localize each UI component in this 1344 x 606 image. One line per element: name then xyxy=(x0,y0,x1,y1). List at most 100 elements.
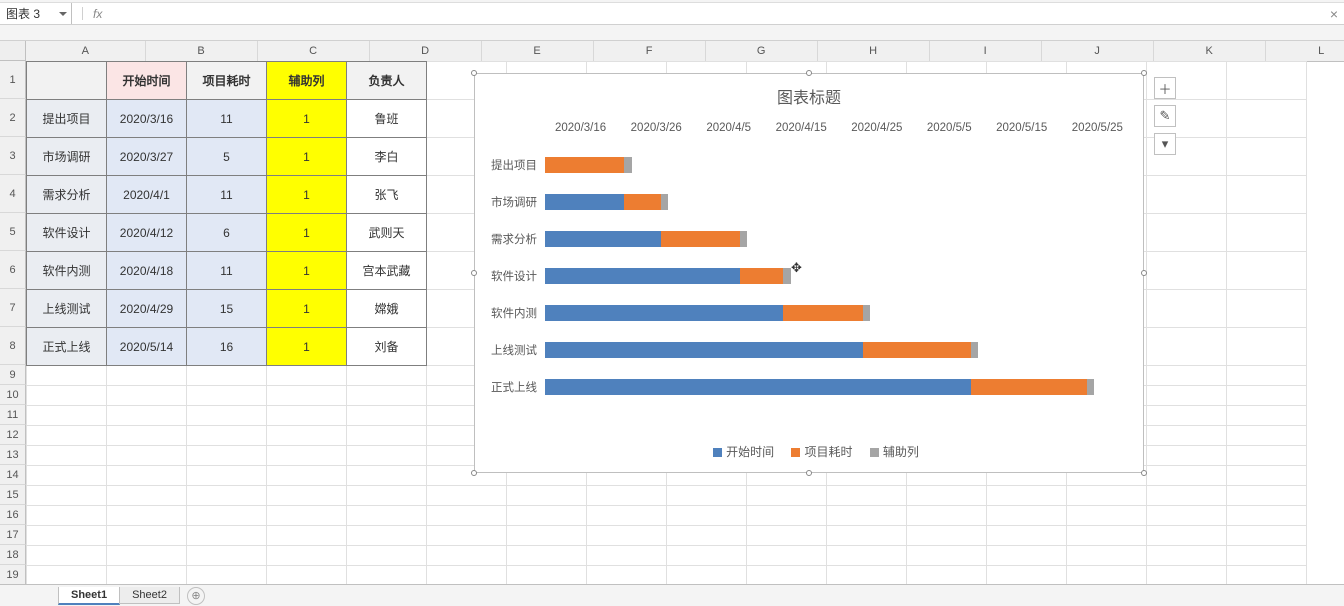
cell[interactable] xyxy=(347,466,427,486)
cell[interactable] xyxy=(587,566,667,585)
cell[interactable] xyxy=(1227,252,1307,290)
table-cell[interactable]: 嫦娥 xyxy=(347,290,427,328)
col-header-A[interactable]: A xyxy=(26,41,145,61)
chart-styles-button[interactable]: ✎ xyxy=(1154,105,1176,127)
chart-series-row[interactable]: 软件内测 xyxy=(485,294,1123,331)
cell[interactable] xyxy=(1067,566,1147,585)
name-box[interactable]: 图表 3 xyxy=(0,3,72,24)
bar-duration[interactable] xyxy=(545,157,624,173)
cell[interactable] xyxy=(507,526,587,546)
resize-handle[interactable] xyxy=(1141,470,1147,476)
cell[interactable] xyxy=(267,366,347,386)
cell[interactable] xyxy=(507,546,587,566)
bar-start[interactable] xyxy=(545,342,863,358)
cell[interactable] xyxy=(1227,546,1307,566)
table-cell[interactable]: 软件内测 xyxy=(27,252,107,290)
col-header-J[interactable]: J xyxy=(1041,41,1153,61)
cell[interactable] xyxy=(1147,446,1227,466)
col-header-D[interactable]: D xyxy=(369,41,481,61)
table-header-cell[interactable]: 负责人 xyxy=(347,62,427,100)
cell[interactable] xyxy=(187,486,267,506)
cell[interactable] xyxy=(267,446,347,466)
table-cell[interactable]: 2020/4/12 xyxy=(107,214,187,252)
table-cell[interactable]: 提出项目 xyxy=(27,100,107,138)
cell[interactable] xyxy=(187,506,267,526)
cell[interactable] xyxy=(107,446,187,466)
cell[interactable] xyxy=(107,366,187,386)
cell[interactable] xyxy=(427,526,507,546)
chart-series-row[interactable]: 市场调研 xyxy=(485,183,1123,220)
cell[interactable] xyxy=(107,546,187,566)
cell[interactable] xyxy=(1227,386,1307,406)
bar-start[interactable] xyxy=(545,268,740,284)
cell[interactable] xyxy=(107,566,187,585)
chevron-down-icon[interactable] xyxy=(59,12,67,16)
bar-duration[interactable] xyxy=(740,268,783,284)
table-cell[interactable]: 2020/5/14 xyxy=(107,328,187,366)
cell[interactable] xyxy=(587,546,667,566)
table-cell[interactable]: 需求分析 xyxy=(27,176,107,214)
cell[interactable] xyxy=(507,566,587,585)
cell[interactable] xyxy=(827,546,907,566)
cell[interactable] xyxy=(1147,366,1227,386)
cell[interactable] xyxy=(1067,486,1147,506)
bar-aux[interactable] xyxy=(661,194,668,210)
table-cell[interactable]: 1 xyxy=(267,290,347,328)
chart-series-row[interactable]: 正式上线 xyxy=(485,368,1123,405)
cell[interactable] xyxy=(667,526,747,546)
table-cell[interactable]: 6 xyxy=(187,214,267,252)
cell[interactable] xyxy=(27,426,107,446)
add-sheet-button[interactable]: ⊕ xyxy=(187,587,205,605)
table-cell[interactable]: 1 xyxy=(267,214,347,252)
cell[interactable] xyxy=(27,446,107,466)
table-cell[interactable]: 2020/3/27 xyxy=(107,138,187,176)
cell[interactable] xyxy=(1227,328,1307,366)
cell[interactable] xyxy=(347,546,427,566)
cell[interactable] xyxy=(187,566,267,585)
resize-handle[interactable] xyxy=(471,70,477,76)
table-cell[interactable]: 武则天 xyxy=(347,214,427,252)
row-header-5[interactable]: 5 xyxy=(0,213,26,251)
cell[interactable] xyxy=(1147,406,1227,426)
chart-series-row[interactable]: 软件设计 xyxy=(485,257,1123,294)
cell[interactable] xyxy=(587,526,667,546)
cell[interactable] xyxy=(1147,466,1227,486)
bar-aux[interactable] xyxy=(863,305,870,321)
cell[interactable] xyxy=(827,486,907,506)
bar-aux[interactable] xyxy=(624,157,631,173)
table-header-cell[interactable]: 项目耗时 xyxy=(187,62,267,100)
cell[interactable] xyxy=(747,566,827,585)
cell[interactable] xyxy=(267,406,347,426)
cell[interactable] xyxy=(747,526,827,546)
cell[interactable] xyxy=(987,486,1067,506)
table-cell[interactable]: 1 xyxy=(267,176,347,214)
cell[interactable] xyxy=(107,486,187,506)
cell[interactable] xyxy=(1227,406,1307,426)
cell[interactable] xyxy=(667,506,747,526)
cell[interactable] xyxy=(907,486,987,506)
cell[interactable] xyxy=(187,386,267,406)
cell[interactable] xyxy=(1147,566,1227,585)
row-header-7[interactable]: 7 xyxy=(0,289,26,327)
table-header-cell[interactable] xyxy=(27,62,107,100)
cell[interactable] xyxy=(1067,526,1147,546)
cell[interactable] xyxy=(187,526,267,546)
cell[interactable] xyxy=(27,386,107,406)
table-cell[interactable]: 1 xyxy=(267,100,347,138)
col-header-H[interactable]: H xyxy=(817,41,929,61)
chart-series-row[interactable]: 上线测试 xyxy=(485,331,1123,368)
cell[interactable] xyxy=(107,386,187,406)
cell[interactable] xyxy=(267,506,347,526)
row-header-18[interactable]: 18 xyxy=(0,545,26,565)
cell[interactable] xyxy=(107,506,187,526)
cell[interactable] xyxy=(427,506,507,526)
cell[interactable] xyxy=(1147,426,1227,446)
cell[interactable] xyxy=(1227,426,1307,446)
cell[interactable] xyxy=(267,386,347,406)
bar-start[interactable] xyxy=(545,231,661,247)
table-header-cell[interactable]: 开始时间 xyxy=(107,62,187,100)
fx-icon[interactable]: fx xyxy=(93,7,102,21)
cell[interactable] xyxy=(347,426,427,446)
resize-handle[interactable] xyxy=(1141,270,1147,276)
table-cell[interactable]: 15 xyxy=(187,290,267,328)
